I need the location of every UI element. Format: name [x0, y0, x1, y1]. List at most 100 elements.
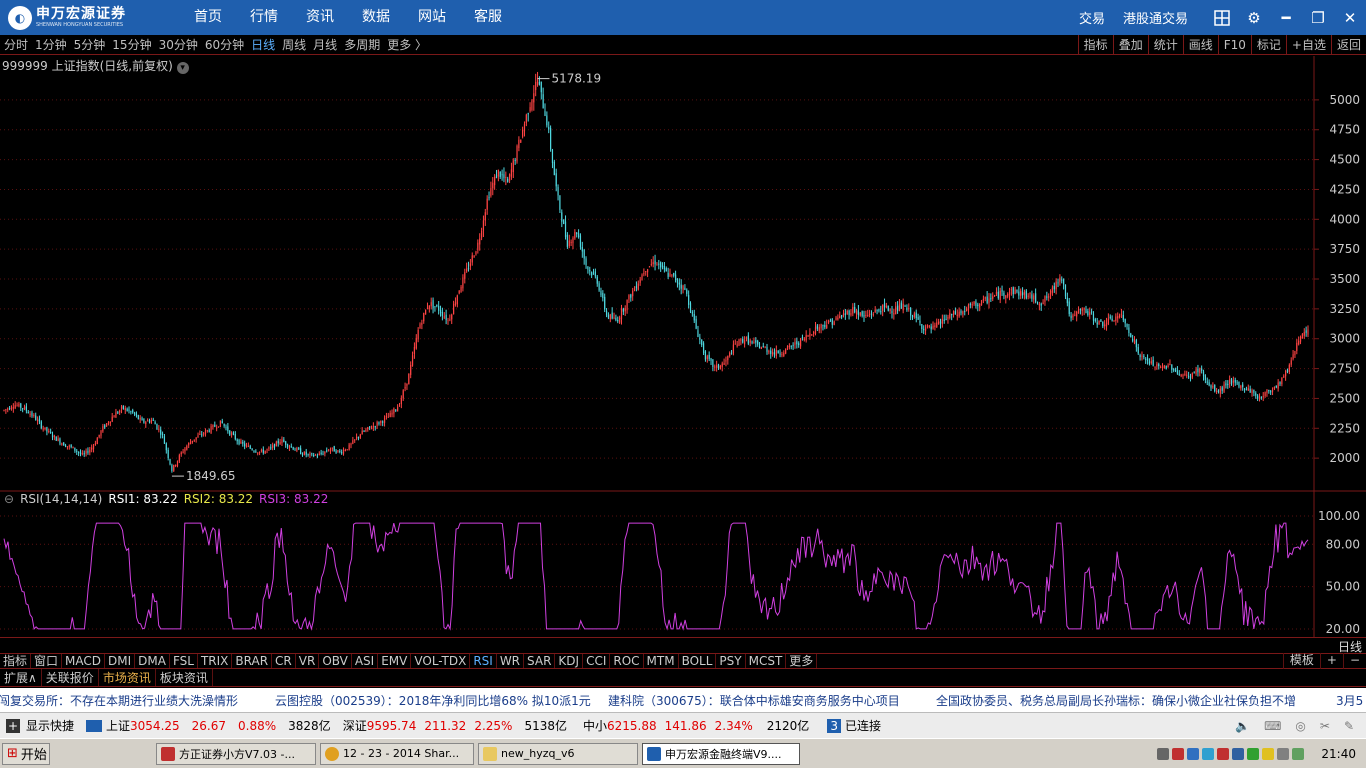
indicator-tab-19[interactable]: ROC	[610, 654, 644, 668]
nav-market[interactable]: 行情	[236, 0, 292, 35]
nav-home[interactable]: 首页	[180, 0, 236, 35]
indicator-tab-2[interactable]: MACD	[62, 654, 106, 668]
indicator-tab-24[interactable]: 更多	[786, 654, 818, 668]
plus-icon[interactable]: +	[6, 718, 20, 733]
indicator-tab-8[interactable]: CR	[272, 654, 296, 668]
news-item[interactable]: 云图控股（002539）：2018年净利同比增68% 拟10派1元	[275, 692, 591, 709]
edit-icon[interactable]: ✎	[1344, 719, 1354, 733]
news-item[interactable]: 闯复交易所：不存在本期进行业绩大洗澡情形	[0, 692, 238, 709]
taskbar-item-folder[interactable]: new_hyzq_v6	[478, 742, 638, 765]
chart-shortcut-icon[interactable]	[86, 719, 103, 732]
candle-body	[1257, 395, 1259, 399]
remove-window-button[interactable]: −	[1342, 653, 1366, 669]
news-item[interactable]: 全国政协委员、税务总局副局长孙瑞标：确保小微企业社保负担不增	[936, 692, 1296, 709]
indicator-tab-13[interactable]: VOL-TDX	[411, 654, 471, 668]
tools-icon[interactable]: ✂	[1320, 719, 1330, 733]
period-5min[interactable]: 5分钟	[70, 36, 109, 53]
shield-tray-icon[interactable]	[1262, 748, 1275, 760]
tool-f10[interactable]: F10	[1217, 35, 1251, 55]
indicator-tab-11[interactable]: ASI	[352, 654, 379, 668]
period-multi[interactable]: 多周期	[340, 36, 383, 53]
im-tray-icon[interactable]	[1187, 748, 1200, 760]
indicator-tab-14[interactable]: RSI	[470, 654, 497, 668]
indicator-tab-23[interactable]: MCST	[746, 654, 787, 668]
keyboard-icon[interactable]: ⌨	[1264, 719, 1281, 733]
candle-body	[385, 416, 388, 418]
indicator-tab-6[interactable]: TRIX	[198, 654, 233, 668]
taskbar-item-fangzheng[interactable]: 方正证券小方V7.03 -...	[156, 742, 316, 765]
indicator-tab-0[interactable]: 指标	[0, 654, 32, 668]
tool-stats[interactable]: 统计	[1147, 35, 1183, 55]
indicator-tab-22[interactable]: PSY	[716, 654, 746, 668]
update-tray-icon[interactable]	[1247, 748, 1260, 760]
keyboard-tray-icon[interactable]	[1157, 748, 1170, 760]
indicator-tab-9[interactable]: VR	[296, 654, 320, 668]
template-button[interactable]: 模板	[1282, 653, 1320, 669]
tool-draw[interactable]: 画线	[1182, 35, 1218, 55]
rsi-collapse-icon[interactable]: ⊖	[4, 492, 14, 506]
search-icon[interactable]: ◎	[1295, 719, 1305, 733]
indicator-tab-20[interactable]: MTM	[644, 654, 679, 668]
speaker-icon[interactable]: 🔈	[1235, 719, 1250, 733]
candle-body	[1105, 323, 1108, 327]
candle-body	[492, 182, 494, 189]
period-60min[interactable]: 60分钟	[201, 36, 247, 53]
period-monthly[interactable]: 月线	[309, 36, 340, 53]
close-icon[interactable]: ✕	[1334, 0, 1366, 35]
period-tick[interactable]: 分时	[0, 36, 31, 53]
ext-tab-expand[interactable]: 扩展∧	[0, 669, 42, 686]
period-15min[interactable]: 15分钟	[108, 36, 154, 53]
indicator-tab-3[interactable]: DMI	[105, 654, 136, 668]
start-button[interactable]: ⊞ 开始	[2, 742, 50, 765]
restore-icon[interactable]: ❐	[1302, 0, 1334, 35]
period-daily[interactable]: 日线	[247, 36, 278, 53]
period-30min[interactable]: 30分钟	[155, 36, 201, 53]
ext-tab-sector-news[interactable]: 板块资讯	[156, 669, 213, 686]
display-shortcut[interactable]: 显示快捷	[26, 717, 74, 734]
trade-link[interactable]: 交易	[1079, 8, 1105, 27]
indicator-tab-7[interactable]: BRAR	[232, 654, 273, 668]
add-window-button[interactable]: +	[1319, 653, 1343, 669]
security-tray-icon[interactable]	[1217, 748, 1230, 760]
indicator-tab-18[interactable]: CCI	[583, 654, 611, 668]
indicator-tab-1[interactable]: 窗口	[31, 654, 63, 668]
tool-overlay[interactable]: 叠加	[1112, 35, 1148, 55]
minimize-icon[interactable]: ━	[1270, 0, 1302, 35]
tool-add-watchlist[interactable]: +自选	[1285, 35, 1331, 55]
people-tray-icon[interactable]	[1277, 748, 1290, 760]
input-tray-icon[interactable]	[1172, 748, 1185, 760]
ext-tab-market-news[interactable]: 市场资讯	[99, 669, 156, 686]
period-1min[interactable]: 1分钟	[31, 36, 70, 53]
tool-indicator[interactable]: 指标	[1077, 35, 1113, 55]
nav-news[interactable]: 资讯	[292, 0, 348, 35]
indicator-tab-12[interactable]: EMV	[378, 654, 412, 668]
dropdown-icon[interactable]: ▾	[176, 62, 189, 74]
candle-body	[660, 262, 662, 268]
indicator-tab-15[interactable]: WR	[497, 654, 525, 668]
indicator-tab-21[interactable]: BOLL	[679, 654, 717, 668]
indicator-tab-16[interactable]: SAR	[524, 654, 556, 668]
nav-service[interactable]: 客服	[460, 0, 516, 35]
candle-body	[967, 305, 970, 311]
taskbar-item-browser[interactable]: 12 - 23 - 2014 Shar...	[320, 742, 474, 765]
layout-grid-icon[interactable]	[1206, 0, 1238, 35]
taskbar-item-shenwan[interactable]: 申万宏源金融终端V9....	[642, 742, 800, 765]
nav-website[interactable]: 网站	[404, 0, 460, 35]
tool-mark[interactable]: 标记	[1250, 35, 1286, 55]
network-tray-icon[interactable]	[1202, 748, 1215, 760]
news-item[interactable]: 建科院（300675）：联合体中标雄安商务服务中心项目	[608, 692, 900, 709]
hk-trade-link[interactable]: 港股通交易	[1123, 8, 1188, 27]
price-chart[interactable]: 2000 2250 2500 2750 3000 3250 3500 3750 4000 4250…	[0, 56, 1366, 637]
nav-data[interactable]: 数据	[348, 0, 404, 35]
gear-icon[interactable]: ⚙	[1238, 0, 1270, 35]
indicator-tab-17[interactable]: KDJ	[555, 654, 584, 668]
indicator-tab-10[interactable]: OBV	[319, 654, 352, 668]
tool-back[interactable]: 返回	[1330, 35, 1366, 55]
indicator-tab-5[interactable]: FSL	[170, 654, 198, 668]
period-more[interactable]: 更多 〉	[383, 36, 430, 53]
bluetooth-icon[interactable]	[1232, 748, 1245, 760]
period-weekly[interactable]: 周线	[278, 36, 309, 53]
indicator-tab-4[interactable]: DMA	[135, 654, 170, 668]
misc-tray-icon[interactable]	[1292, 748, 1305, 760]
ext-tab-related-quote[interactable]: 关联报价	[42, 669, 99, 686]
